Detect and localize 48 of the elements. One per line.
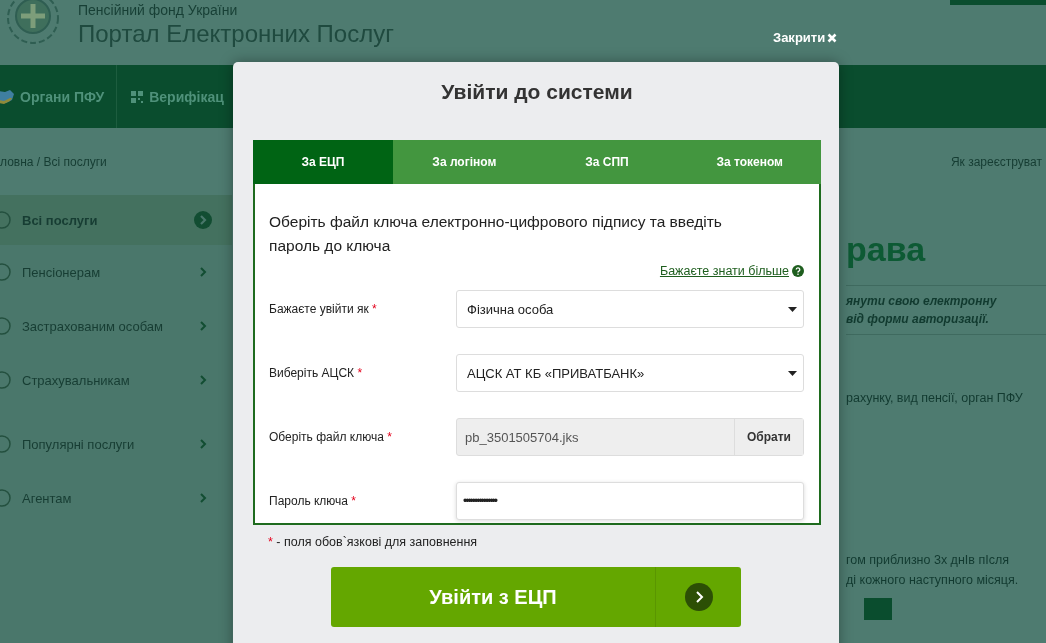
help-icon xyxy=(792,265,804,277)
sidebar-item[interactable]: Застрахованим особам xyxy=(0,299,232,353)
sidebar-item[interactable]: Агентам xyxy=(0,471,232,525)
browse-button[interactable]: Обрати xyxy=(734,419,803,455)
small-button[interactable] xyxy=(864,598,892,620)
organization-name: Пенсійний фонд України xyxy=(78,1,239,19)
submit-button[interactable]: Увійти з ЕЦП xyxy=(331,567,741,627)
select-field[interactable]: Фізична особа xyxy=(456,290,804,328)
qr-code-icon xyxy=(131,90,144,103)
dropdown-caret-icon xyxy=(788,370,797,376)
page-heading: рава xyxy=(846,229,927,269)
login-tab[interactable]: За ЕЦП xyxy=(253,140,393,184)
field-label: Пароль ключа * xyxy=(269,494,358,508)
note-line: ді кожного наступного місяця. xyxy=(846,572,1020,589)
login-tab[interactable]: За логіном xyxy=(393,140,536,184)
arrow-circle-icon xyxy=(684,583,713,611)
sidebar-item[interactable]: Популярні послуги xyxy=(0,417,232,471)
registration-link[interactable]: Як зареєструват xyxy=(950,154,1042,169)
chevron-icon xyxy=(200,493,207,503)
dialog-title: Увійти до системи xyxy=(440,79,634,105)
login-tab[interactable]: За СПП xyxy=(535,140,679,184)
chevron-circle-icon xyxy=(194,211,212,229)
select-field[interactable]: АЦСК АТ КБ «ПРИВАТБАНК» xyxy=(456,354,804,392)
close-button[interactable]: Закрити xyxy=(773,30,841,45)
sidebar-item[interactable]: Страхувальникам xyxy=(0,353,232,407)
field-label: Оберіть файл ключа * xyxy=(269,430,393,444)
intro-line: янути свою електронну xyxy=(846,293,998,310)
sidebar-item[interactable]: Пенсіонерам xyxy=(0,245,232,299)
dropdown-caret-icon xyxy=(788,306,797,312)
chevron-icon xyxy=(200,439,207,449)
nav-link[interactable]: Органи ПФУ xyxy=(0,65,117,128)
breadcrumb: ловна / Всі послуги xyxy=(0,154,107,169)
chevron-icon xyxy=(200,375,207,385)
body-text: рахунку, вид пенсії, орган ПФУ xyxy=(846,391,1024,405)
password-field[interactable]: ••••••••••••••• xyxy=(456,482,804,520)
chevron-icon xyxy=(200,267,207,277)
close-icon xyxy=(827,32,838,43)
intro-line: від форми авторизації. xyxy=(846,311,990,328)
required-note: * - поля обов`язкові для заповнення xyxy=(267,535,479,549)
login-tab[interactable]: За токеном xyxy=(678,140,821,184)
field-label: Виберіть АЦСК * xyxy=(269,366,364,380)
instruction-text: Оберіть файл ключа електронно-цифрового підпису та введіть пароль до ключа xyxy=(269,212,723,256)
file-field[interactable]: pb_3501505704.jks Обрати xyxy=(456,418,804,456)
map-icon xyxy=(0,88,14,105)
note-line: гом приблизно 3х днІв пІсля xyxy=(846,552,1010,569)
field-label: Бажаєте увійти як * xyxy=(269,302,378,316)
help-link[interactable]: Бажаєте знати більше xyxy=(659,264,789,278)
chevron-icon xyxy=(200,321,207,331)
